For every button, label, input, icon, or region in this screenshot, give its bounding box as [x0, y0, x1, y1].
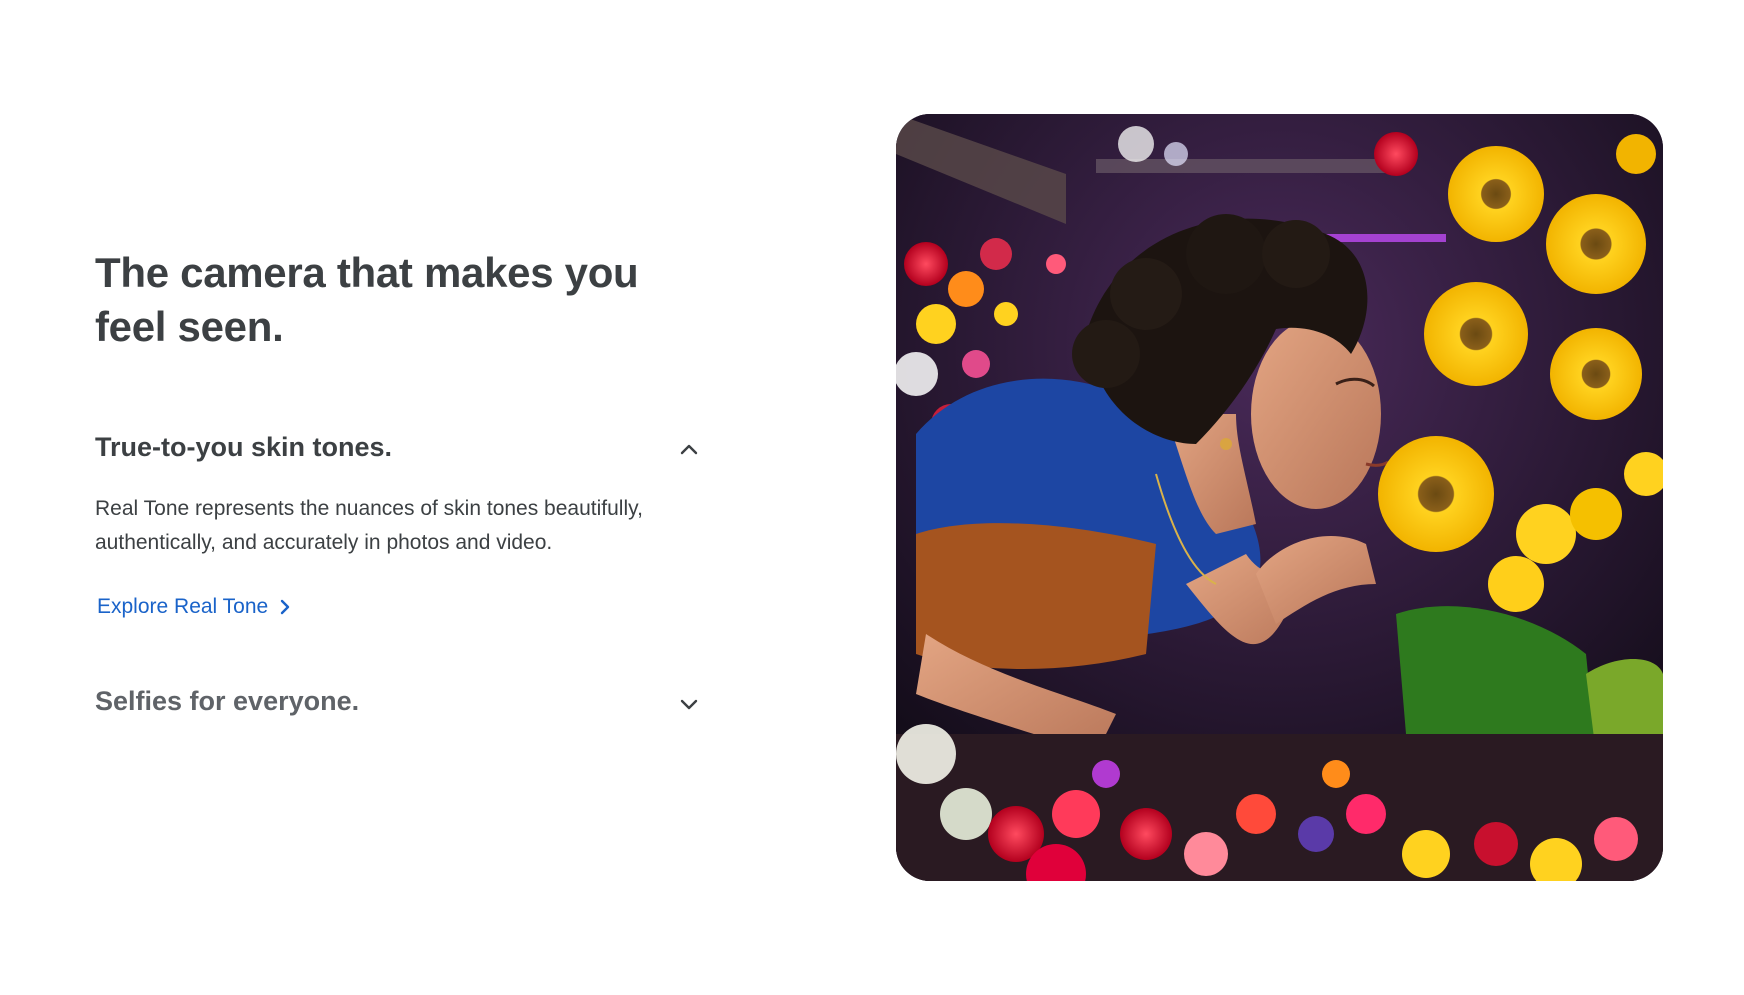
explore-link-label: Explore Real Tone: [97, 595, 269, 618]
accordion-title: Selfies for everyone.: [95, 686, 360, 716]
chevron-down-icon[interactable]: [675, 690, 703, 718]
explore-real-tone-link[interactable]: Explore Real Tone: [97, 593, 294, 621]
accordion-item-skin-tones: True-to-you skin tones. Real Tone repres…: [95, 426, 705, 618]
chevron-right-icon: [276, 598, 294, 616]
accordion-header-selfies[interactable]: Selfies for everyone.: [95, 680, 705, 720]
hero-photo: [896, 114, 1663, 881]
chevron-up-icon[interactable]: [675, 436, 703, 464]
section-headline: The camera that makes you feel seen.: [95, 249, 639, 350]
accordion-title: True-to-you skin tones.: [95, 432, 393, 462]
feature-section: The camera that makes you feel seen. Tru…: [95, 0, 705, 995]
accordion-body-text: Real Tone represents the nuances of skin…: [95, 497, 643, 554]
accordion-header-skin-tones[interactable]: True-to-you skin tones.: [95, 426, 705, 466]
accordion-item-selfies: Selfies for everyone.: [95, 680, 705, 720]
hero-photo-illustration: [896, 114, 1663, 881]
